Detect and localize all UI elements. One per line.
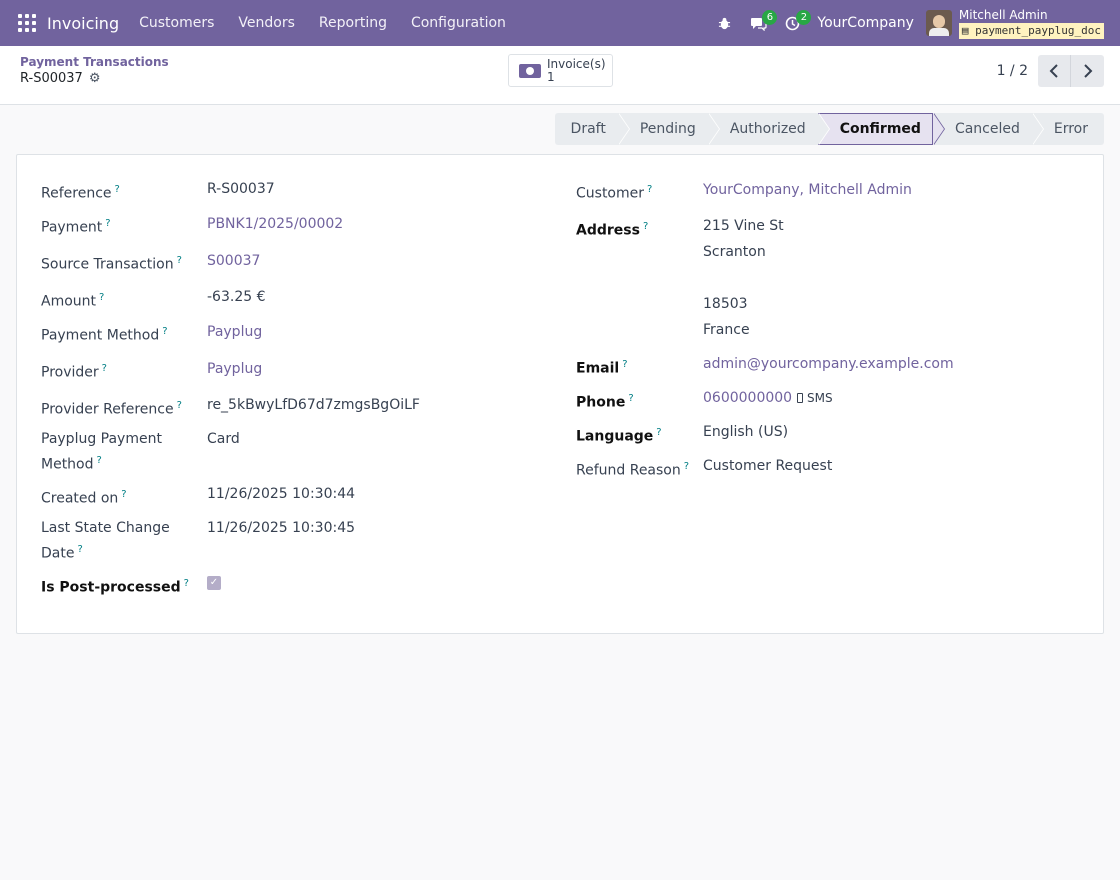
language-value: English (US) <box>703 424 789 440</box>
bug-icon[interactable] <box>707 0 741 46</box>
pager-value[interactable]: 1 / 2 <box>997 63 1028 79</box>
check-icon: ✓ <box>209 577 219 588</box>
stage-authorized[interactable]: Authorized <box>707 113 830 145</box>
address-country: France <box>703 322 750 338</box>
record-name: R-S00037 <box>20 71 83 86</box>
database-badge: ▤ payment_payplug_doc <box>958 22 1104 39</box>
stage-canceled[interactable]: Canceled <box>932 113 1044 145</box>
refund-reason-label: Refund Reason? <box>576 461 690 479</box>
payment-link[interactable]: PBNK1/2025/00002 <box>207 214 343 234</box>
address-zip: 18503 <box>703 296 748 312</box>
address-city: Scranton <box>703 244 766 260</box>
control-panel: Payment Transactions R-S00037 ⚙ Invoice(… <box>0 46 1120 105</box>
pager: 1 / 2 <box>997 55 1104 87</box>
phone-icon <box>797 393 803 403</box>
phone-label: Phone? <box>576 393 634 411</box>
last-state-change-value: 11/26/2025 10:30:45 <box>207 520 356 536</box>
form-sheet: Reference? R-S00037 Payment? PBNK1/2025/… <box>16 154 1104 634</box>
is-post-processed-label: Is Post-processed? <box>41 578 189 596</box>
reference-value: R-S00037 <box>207 181 275 197</box>
amount-value: -63.25 € <box>207 289 266 305</box>
sms-button[interactable]: SMS <box>797 391 833 405</box>
top-navbar: Invoicing Customers Vendors Reporting Co… <box>0 0 1120 46</box>
smart-button-count: 1 <box>547 69 555 84</box>
status-bar: Draft Pending Authorized Confirmed Cance… <box>554 113 1104 145</box>
menu-reporting[interactable]: Reporting <box>307 15 399 31</box>
menu-vendors[interactable]: Vendors <box>226 15 306 31</box>
record-title: R-S00037 ⚙ <box>20 71 100 86</box>
is-post-processed-checkbox: ✓ <box>207 576 221 590</box>
source-transaction-link[interactable]: S00037 <box>207 251 260 271</box>
phone-link[interactable]: 0600000000 <box>703 388 792 408</box>
menu-configuration[interactable]: Configuration <box>399 15 518 31</box>
provider-reference-label: Provider Reference? <box>41 400 182 418</box>
stage-draft[interactable]: Draft <box>554 113 631 145</box>
clock-icon[interactable]: 2 <box>775 0 812 46</box>
provider-link[interactable]: Payplug <box>207 359 262 379</box>
payment-method-link[interactable]: Payplug <box>207 322 262 342</box>
apps-icon[interactable] <box>18 14 36 32</box>
money-icon <box>519 63 541 78</box>
stage-pending[interactable]: Pending <box>617 113 720 145</box>
user-name: Mitchell Admin <box>958 7 1048 22</box>
provider-label: Provider? <box>41 363 107 381</box>
avatar[interactable] <box>925 10 952 36</box>
payment-method-label: Payment Method? <box>41 326 168 344</box>
payment-label: Payment? <box>41 218 111 236</box>
amount-label: Amount? <box>41 292 105 310</box>
email-link[interactable]: admin@yourcompany.example.com <box>703 354 954 374</box>
language-label: Language? <box>576 427 662 445</box>
activities-badge: 2 <box>796 10 812 25</box>
app-title[interactable]: Invoicing <box>47 14 119 33</box>
chevron-right-icon[interactable] <box>1071 55 1104 87</box>
payplug-payment-method-value: Card <box>207 431 240 447</box>
email-label: Email? <box>576 359 628 377</box>
payplug-payment-method-label: Payplug Payment Method? <box>41 431 162 473</box>
customer-label: Customer? <box>576 184 653 202</box>
stage-confirmed[interactable]: Confirmed <box>817 113 946 145</box>
created-on-value: 11/26/2025 10:30:44 <box>207 486 356 502</box>
company-switcher[interactable]: YourCompany <box>817 15 914 31</box>
sms-label: SMS <box>807 391 833 405</box>
menu-customers[interactable]: Customers <box>127 15 226 31</box>
customer-link[interactable]: YourCompany, Mitchell Admin <box>703 180 912 200</box>
address-street: 215 Vine St <box>703 218 784 234</box>
breadcrumb[interactable]: Payment Transactions <box>20 55 169 69</box>
database-name: payment_payplug_doc <box>975 23 1101 37</box>
refund-reason-value: Customer Request <box>703 458 833 474</box>
user-menu[interactable]: Mitchell Admin ▤ payment_payplug_doc <box>958 7 1104 39</box>
last-state-change-label: Last State Change Date? <box>41 520 170 562</box>
chevron-left-icon[interactable] <box>1038 55 1071 87</box>
created-on-label: Created on? <box>41 489 127 507</box>
provider-reference-value: re_5kBwyLfD67d7zmgsBgOiLF <box>207 397 420 413</box>
address-label: Address? <box>576 221 649 239</box>
chat-icon[interactable]: 6 <box>741 0 778 46</box>
gear-icon[interactable]: ⚙ <box>89 71 101 86</box>
source-transaction-label: Source Transaction? <box>41 255 182 273</box>
invoices-smart-button[interactable]: Invoice(s) 1 <box>508 54 613 87</box>
smart-button-label: Invoice(s) <box>547 56 606 71</box>
reference-label: Reference? <box>41 184 120 202</box>
navbar-systray: 6 2 YourCompany Mitchell Admin ▤ payment… <box>707 0 1120 46</box>
database-icon: ▤ <box>961 23 969 37</box>
